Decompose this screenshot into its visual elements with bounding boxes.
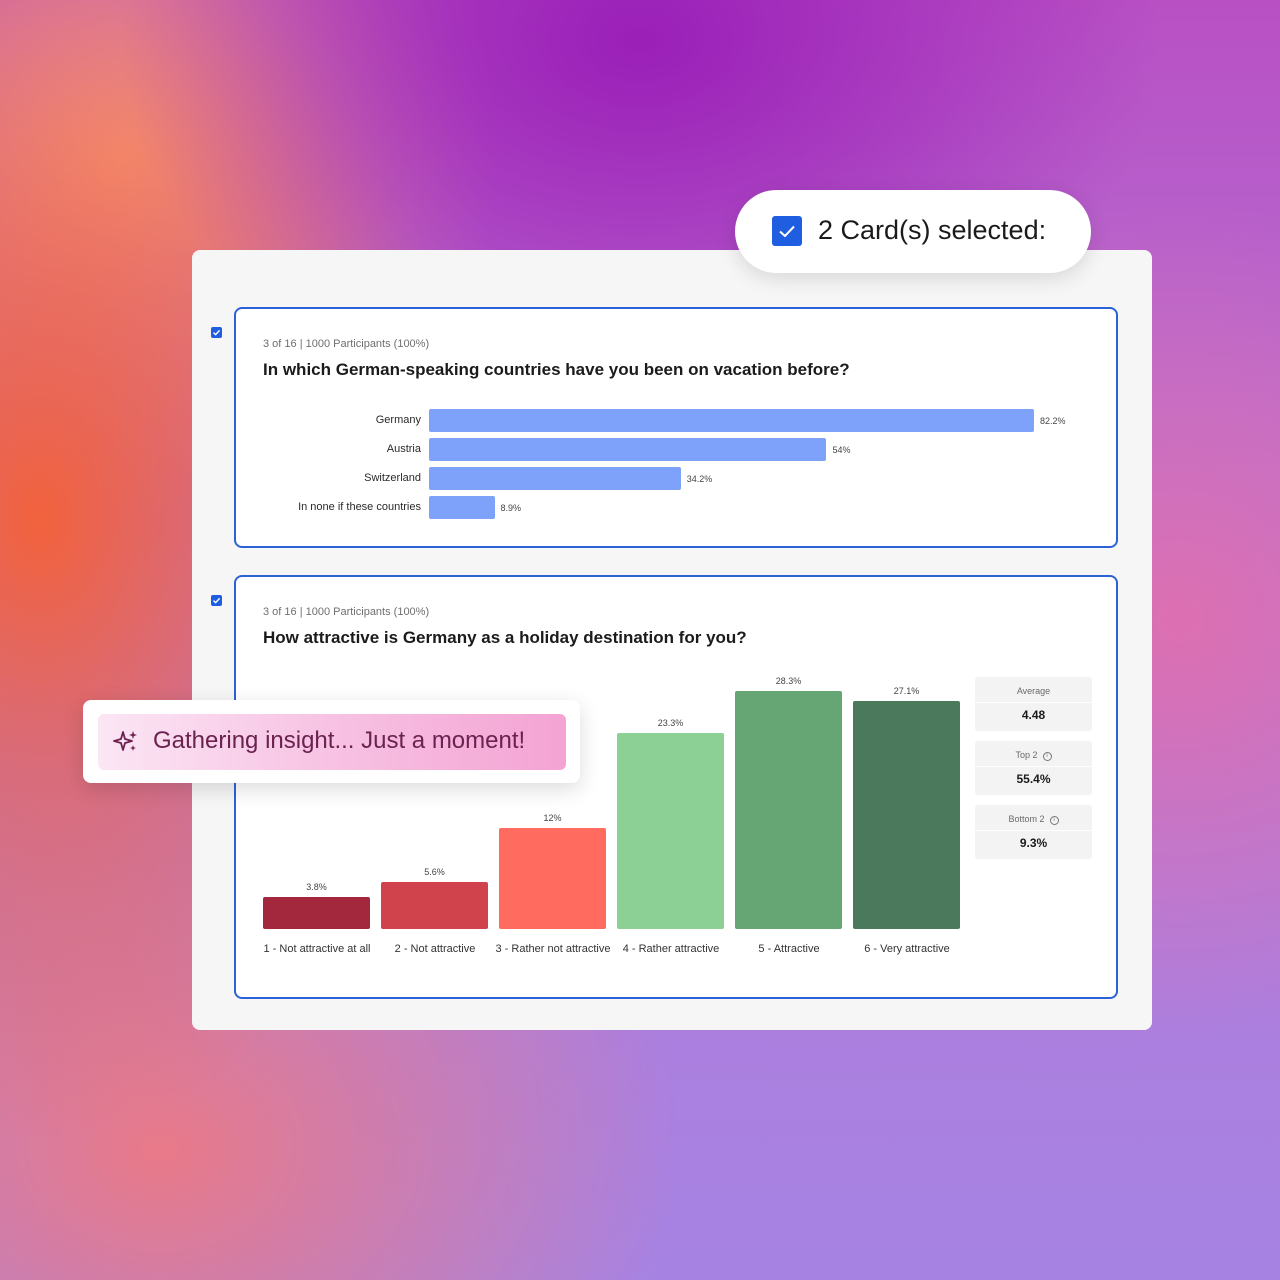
bar-category-label: 6 - Very attractive (864, 943, 950, 955)
report-panel: 3 of 16 | 1000 Participants (100%) In wh… (192, 250, 1152, 1030)
check-icon (213, 329, 221, 336)
bar-category-label: 3 - Rather not attractive (495, 943, 611, 955)
info-icon[interactable]: i (1049, 816, 1059, 825)
bar-value-label: 34.2% (686, 474, 713, 484)
bar[interactable] (381, 881, 488, 929)
stat-value: 55.4% (1016, 772, 1051, 786)
check-icon (213, 597, 221, 604)
bar-value-label: 8.9% (500, 503, 522, 513)
bar-value-label: 54% (832, 445, 851, 455)
bar-category-label: Germany (375, 414, 421, 426)
bar-category-label: Austria (386, 443, 421, 455)
bar-value-label: 27.1% (893, 686, 920, 697)
divider (975, 830, 1092, 831)
bar-category-label: 1 - Not attractive at all (263, 943, 371, 955)
stat-label: Average (1016, 686, 1051, 696)
insight-message: Gathering insight... Just a moment! (153, 727, 526, 754)
card-meta: 3 of 16 | 1000 Participants (100%) (263, 606, 430, 618)
question-title: In which German-speaking countries have … (263, 360, 850, 379)
bar[interactable] (429, 438, 827, 461)
select-all-checkbox[interactable] (772, 216, 802, 246)
bar-value-label: 5.6% (424, 866, 445, 877)
bar-category-label: 2 - Not attractive (394, 943, 476, 955)
stat-value: 9.3% (1019, 836, 1048, 850)
bar-value-label: 23.3% (657, 718, 684, 729)
divider (975, 766, 1092, 767)
bar-category-label: In none if these countries (298, 501, 421, 513)
bar[interactable] (499, 828, 606, 929)
info-icon[interactable]: i (1042, 752, 1052, 761)
card-meta: 3 of 16 | 1000 Participants (100%) (263, 338, 430, 350)
insight-toast: Gathering insight... Just a moment! (83, 700, 580, 783)
stat-top2: Top 2 i 55.4% (975, 741, 1092, 795)
stat-label: Top 2 (1015, 750, 1038, 760)
bar-category-label: 4 - Rather attractive (622, 943, 720, 955)
question-card-1[interactable]: 3 of 16 | 1000 Participants (100%) In wh… (234, 307, 1118, 548)
bar-category-label: 5 - Attractive (758, 943, 820, 955)
card-1-checkbox[interactable] (211, 327, 222, 338)
insight-banner: Gathering insight... Just a moment! (98, 714, 566, 770)
bar[interactable] (429, 467, 681, 490)
bar-value-label: 12% (543, 813, 562, 824)
bar[interactable] (429, 409, 1034, 432)
bar[interactable] (853, 701, 960, 929)
bar[interactable] (263, 897, 370, 929)
selection-count-label: 2 Card(s) selected: (818, 215, 1047, 245)
stat-value: 4.48 (1021, 708, 1046, 722)
bar-value-label: 82.2% (1039, 416, 1066, 426)
stat-label: Bottom 2 (1008, 814, 1045, 824)
question-card-2[interactable]: 3 of 16 | 1000 Participants (100%) How a… (234, 575, 1118, 999)
stat-bottom2: Bottom 2 i 9.3% (975, 805, 1092, 859)
selection-pill[interactable]: 2 Card(s) selected: (735, 190, 1091, 273)
question-title: How attractive is Germany as a holiday d… (263, 628, 747, 647)
bar-category-label: Switzerland (364, 472, 421, 484)
bar[interactable] (429, 496, 495, 519)
stat-average: Average 4.48 (975, 677, 1092, 731)
bar-value-label: 3.8% (306, 882, 327, 893)
divider (975, 702, 1092, 703)
card-2-checkbox[interactable] (211, 595, 222, 606)
sparkles-icon (113, 731, 137, 751)
bar[interactable] (617, 733, 724, 929)
bar[interactable] (735, 691, 842, 929)
check-icon (779, 225, 795, 238)
bar-value-label: 28.3% (775, 676, 802, 686)
